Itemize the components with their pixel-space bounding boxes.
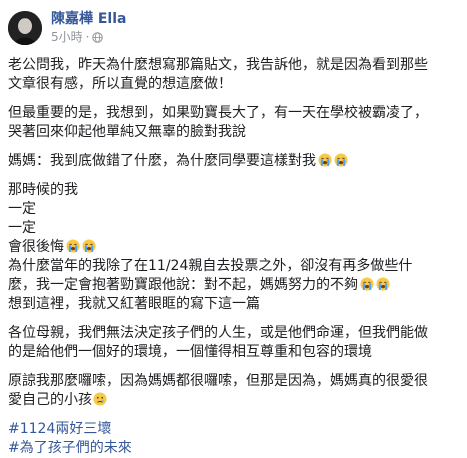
post-body: 老公問我，昨天為什麼想寫那篇貼文，我告訴他，就是因為看到那些 文章很有感，所以直… <box>8 56 460 458</box>
text-line: 愛自己的小孩 <box>8 391 460 410</box>
post-subline: 5小時 · <box>51 30 126 45</box>
text-segment: 愛自己的小孩 <box>8 392 92 408</box>
text-line: 各位母親，我們無法決定孩子們的人生，或是他們命運，但我們能做 <box>8 325 428 341</box>
text-line: 一定 <box>8 201 36 217</box>
paragraph-4: 那時候的我 一定 一定 會很後悔 為什麼當年的我除了在11/24親自去投票之外，… <box>8 181 460 314</box>
text-line: 那時候的我 <box>8 182 78 198</box>
meta-separator: · <box>85 30 90 44</box>
text-line: 文章很有感，所以直覺的想這麼做！ <box>8 76 232 92</box>
hashtag-link[interactable]: #1124兩好三壞 <box>8 420 460 439</box>
paragraph-6: 原諒我那麼囉嗦，因為媽媽都很囉嗦，但那是因為，媽媽真的很愛很 愛自己的小孩 <box>8 372 460 410</box>
text-line: 老公問我，昨天為什麼想寫那篇貼文，我告訴他，就是因為看到那些 <box>8 57 428 73</box>
text-line: 一定 <box>8 220 36 236</box>
paragraph-5: 各位母親，我們無法決定孩子們的人生，或是他們命運，但我們能做 的是給他們一個好的… <box>8 324 460 362</box>
crying-face-icon <box>334 153 348 167</box>
crying-face-icon <box>66 239 80 253</box>
text-line: 的是給他們一個好的環境，一個懂得相互尊重和包容的環境 <box>8 344 372 360</box>
facebook-post: 陳嘉樺 Ella 5小時 · 老公問我，昨天為什麼想寫那篇貼文，我告訴他，就是因… <box>0 0 467 458</box>
globe-icon[interactable] <box>92 32 104 43</box>
text-line: 會很後悔 <box>8 238 460 257</box>
text-segment: 麼，我一定會抱著勁寶跟他說：對不起，媽媽努力的不夠 <box>8 277 358 293</box>
post-header: 陳嘉樺 Ella 5小時 · <box>8 6 126 50</box>
crying-face-icon <box>82 239 96 253</box>
text-line: 為什麼當年的我除了在11/24親自去投票之外，卻沒有再多做些什 <box>8 258 413 274</box>
text-line: 想到這裡，我就又紅著眼眶的寫下這一篇 <box>8 296 260 312</box>
paragraph-1: 老公問我，昨天為什麼想寫那篇貼文，我告訴他，就是因為看到那些 文章很有感，所以直… <box>8 56 460 94</box>
text-line: 原諒我那麼囉嗦，因為媽媽都很囉嗦，但那是因為，媽媽真的很愛很 <box>8 373 428 389</box>
post-timestamp[interactable]: 5小時 <box>51 30 83 45</box>
hashtag-link[interactable]: #為了孩子們的未來 <box>8 439 460 458</box>
sad-tear-face-icon <box>93 392 107 406</box>
author-name[interactable]: 陳嘉樺 Ella <box>51 11 126 28</box>
paragraph-3: 媽媽：我到底做錯了什麼，為什麼同學要這樣對我 <box>8 152 460 171</box>
crying-face-icon <box>360 277 374 291</box>
text-line: 哭著回來仰起他單純又無辜的臉對我說 <box>8 124 246 140</box>
paragraph-2: 但最重要的是，我想到，如果勁寶長大了，有一天在學校被霸凌了， 哭著回來仰起他單純… <box>8 104 460 142</box>
crying-face-icon <box>318 153 332 167</box>
crying-face-icon <box>376 277 390 291</box>
text-line: 但最重要的是，我想到，如果勁寶長大了，有一天在學校被霸凌了， <box>8 105 428 121</box>
avatar[interactable] <box>8 11 42 45</box>
text-segment: 會很後悔 <box>8 239 64 255</box>
text-line: 麼，我一定會抱著勁寶跟他說：對不起，媽媽努力的不夠 <box>8 276 460 295</box>
text-line: 媽媽：我到底做錯了什麼，為什麼同學要這樣對我 <box>8 152 460 171</box>
text-segment: 媽媽：我到底做錯了什麼，為什麼同學要這樣對我 <box>8 153 316 169</box>
post-meta: 陳嘉樺 Ella 5小時 · <box>51 11 126 45</box>
